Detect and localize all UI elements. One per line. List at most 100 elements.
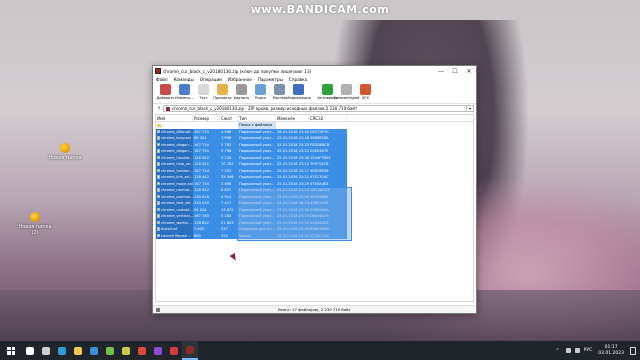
toolbar-delete-button[interactable]: Удалить <box>232 84 251 100</box>
wizard-icon <box>274 84 285 95</box>
menu-options[interactable]: Параметры <box>258 77 283 82</box>
comment-icon <box>341 84 352 95</box>
title-bar[interactable]: chrome_cur_black_c_v20180130.zip (ключ д… <box>153 66 476 76</box>
file-icon <box>157 142 160 147</box>
clock[interactable]: 01:17 03.01.2023 <box>598 345 624 357</box>
store-icon <box>90 346 98 355</box>
up-folder-icon[interactable]: ↑ <box>155 105 163 112</box>
archive-icon <box>186 345 194 354</box>
toolbar-info-button[interactable]: Информация <box>286 84 311 100</box>
status-bar: Всего: 17 файла(ов), 2 230 710 байт <box>153 305 476 313</box>
toolbar-comment-button[interactable]: Комментарий <box>334 84 360 100</box>
cell-name-text: chrome_handwr... <box>161 155 193 160</box>
toolbar-label: Извлечь... <box>175 96 194 100</box>
column-name[interactable]: Имя <box>156 115 193 121</box>
desktop-icon-folder-2[interactable]: Новая папка (2) <box>15 212 55 236</box>
info-icon <box>293 84 304 95</box>
menu-commands[interactable]: Команды <box>174 77 194 82</box>
file-icon <box>157 214 160 218</box>
chevron-down-icon[interactable]: ▾ <box>467 105 474 112</box>
cell-name-text: chrome_diagon... <box>161 149 193 153</box>
taskbar-app2-button[interactable] <box>150 341 166 360</box>
taskbar-chrome-button[interactable] <box>134 341 150 360</box>
search-icon <box>255 84 266 95</box>
taskbar-record-button[interactable] <box>166 341 182 360</box>
toolbar-test-button[interactable]: Тест <box>194 84 213 100</box>
toolbar-label: Удалить <box>233 96 250 100</box>
language-indicator[interactable]: РУС <box>584 348 593 353</box>
taskbar: ⌃ РУС 01:17 03.01.2023 <box>0 341 640 360</box>
column-modified[interactable]: Изменён <box>276 115 309 121</box>
column-packed[interactable]: Сжат <box>220 115 238 121</box>
column-type[interactable]: Тип <box>238 115 276 121</box>
parent-row-label: .. <box>162 123 165 127</box>
cell-name-text: chrome_help_se... <box>161 162 193 166</box>
menu-favorites[interactable]: Избранное <box>228 77 252 82</box>
windows-logo-icon <box>7 346 15 355</box>
lock-icon <box>156 307 160 312</box>
view-icon <box>217 84 228 95</box>
cell-name-text: chrome_move.ani <box>161 181 193 186</box>
toolbar-extract-button[interactable]: Извлечь... <box>175 84 194 100</box>
address-text: chrome_cur_black_c_v20180130.zip - ZIP а… <box>172 106 358 111</box>
toolbar-label: Тест <box>199 96 208 100</box>
cell-name-text: chrome_text_sel... <box>161 201 193 205</box>
cell-size: 865 <box>193 232 220 239</box>
cell-name: Launch Mouse ... <box>156 232 193 239</box>
file-icon <box>157 201 160 205</box>
desktop-icon-folder[interactable]: Новая папка <box>45 143 85 161</box>
toolbar-label: Информация <box>286 96 311 100</box>
file-icon <box>157 207 160 212</box>
column-size[interactable]: Размер <box>193 115 220 121</box>
taskbar-store-button[interactable] <box>86 341 102 360</box>
taskbar-explorer-button[interactable] <box>70 341 86 360</box>
menu-file[interactable]: Файл <box>156 77 168 82</box>
notifications-icon[interactable] <box>630 346 636 355</box>
file-icon <box>157 149 160 153</box>
file-icon <box>157 181 160 186</box>
toolbar: Добавить Извлечь... Тест Просмотр Удалить Пои… <box>153 83 476 104</box>
sfx-icon <box>360 84 371 95</box>
cell-name-text: chrome_vertical... <box>161 214 193 218</box>
chevron-up-icon[interactable]: ⌃ <box>555 348 559 354</box>
file-icon <box>157 175 160 179</box>
menu-operations[interactable]: Операции <box>200 77 222 82</box>
taskbar-search-button[interactable] <box>22 341 38 360</box>
toolbar-view-button[interactable]: Просмотр <box>213 84 232 100</box>
file-icon <box>157 129 160 134</box>
cell-name-text: chrome_normal... <box>161 188 193 192</box>
maximize-button[interactable]: ☐ <box>448 66 462 76</box>
test-icon <box>198 84 209 95</box>
toolbar-add-archive-button[interactable]: Добавить <box>156 84 175 100</box>
zip-icon <box>166 106 170 111</box>
menu-help[interactable]: Справка <box>289 77 307 82</box>
file-icon <box>157 188 160 192</box>
taskbar-app-button[interactable] <box>118 341 134 360</box>
file-list[interactable]: Имя Размер Сжат Тип Изменён CRC32 .. Пап… <box>155 114 474 302</box>
archive-app-icon <box>155 68 161 74</box>
close-button[interactable]: ✕ <box>462 66 476 76</box>
address-field[interactable]: chrome_cur_black_c_v20180130.zip - ZIP а… <box>163 105 467 112</box>
minimize-button[interactable]: — <box>434 66 448 76</box>
extract-icon <box>179 84 190 95</box>
column-crc[interactable]: CRC32 <box>309 115 347 121</box>
folder-icon <box>157 123 161 127</box>
folder-icon <box>30 212 40 222</box>
cell-name-text: chrome_unavail... <box>161 207 193 212</box>
taskbar-task-view-button[interactable] <box>38 341 54 360</box>
file-icon <box>157 136 160 140</box>
toolbar-label: Добавить <box>156 96 175 100</box>
taskbar-game-button[interactable] <box>102 341 118 360</box>
taskbar-edge-button[interactable] <box>54 341 70 360</box>
toolbar-search-button[interactable]: Поиск <box>251 84 270 100</box>
network-icon[interactable] <box>565 348 571 353</box>
app-icon <box>122 346 130 355</box>
volume-icon[interactable] <box>574 348 580 353</box>
desktop-icon-label: Новая папка <box>48 155 82 161</box>
add-archive-icon <box>160 84 171 95</box>
taskbar-archive-button[interactable] <box>182 341 198 360</box>
toolbar-sfx-button[interactable]: SFX <box>356 84 375 100</box>
start-button[interactable] <box>0 341 22 360</box>
menu-bar: Файл Команды Операции Избранное Параметр… <box>153 76 476 83</box>
cell-packed: 355 <box>220 232 238 239</box>
